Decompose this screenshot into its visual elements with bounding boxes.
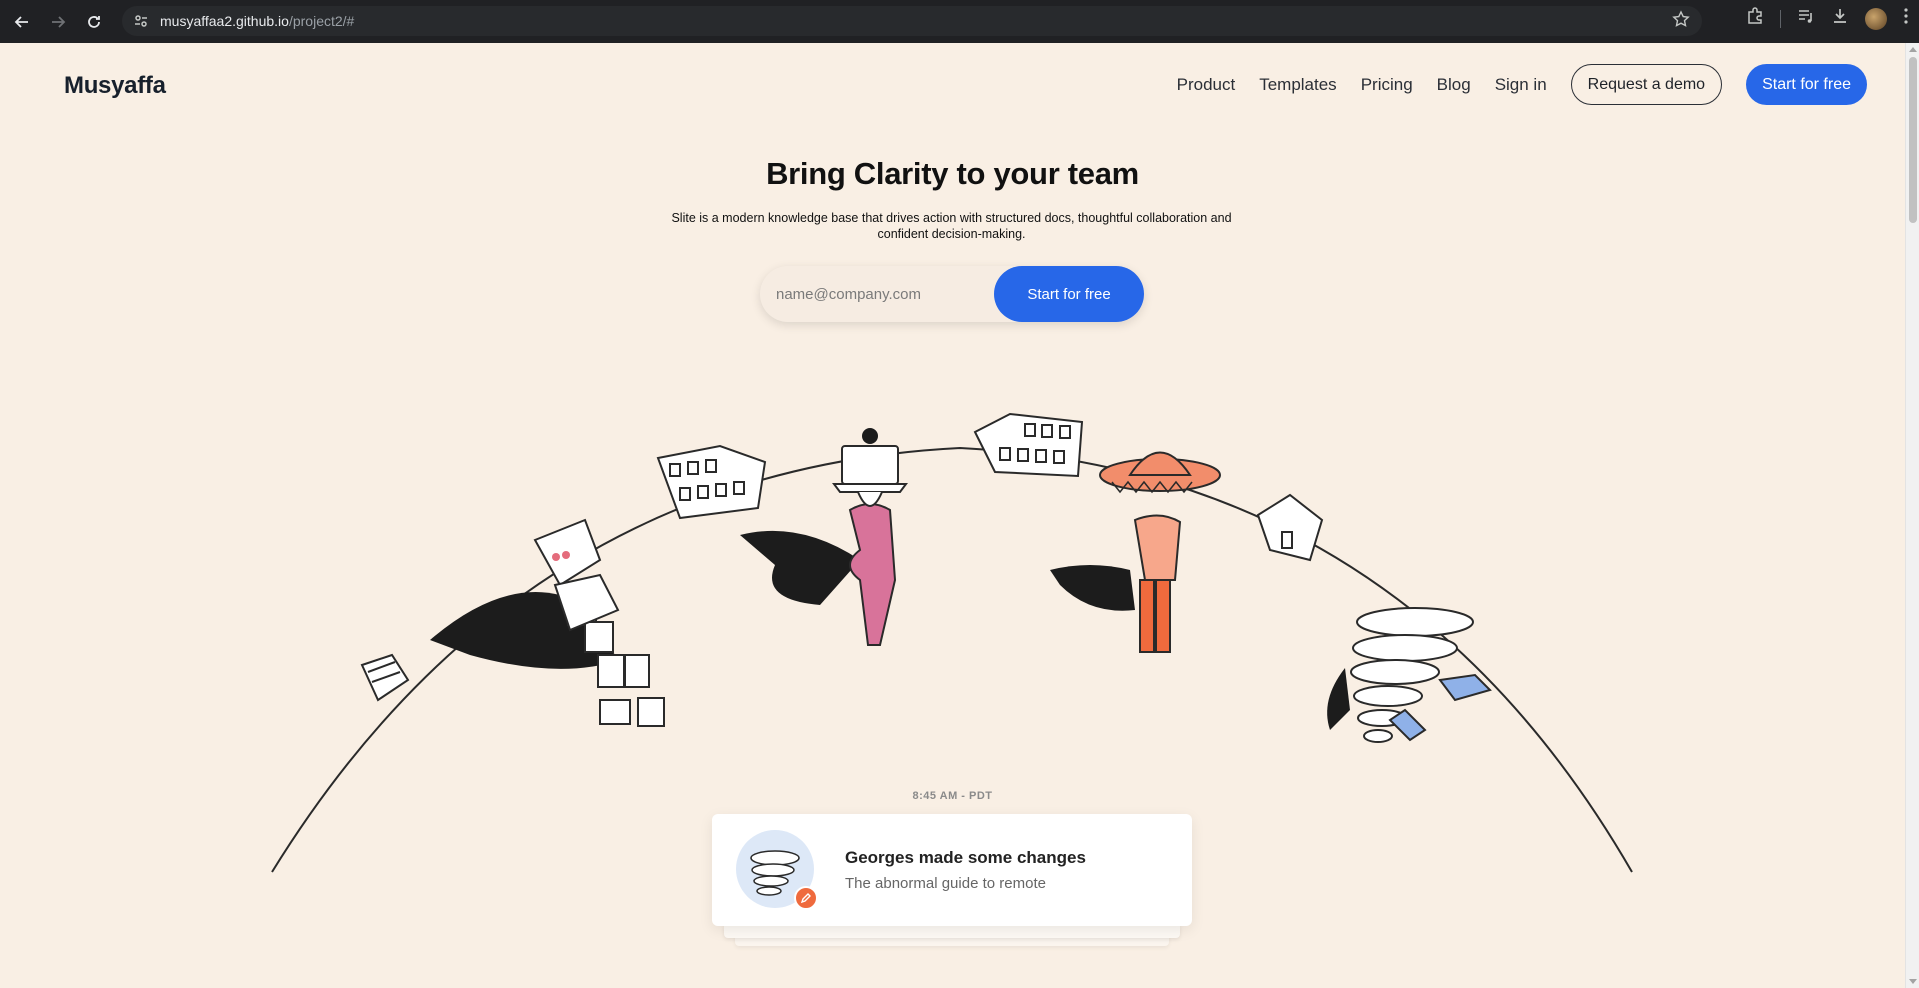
papers-person-figure <box>430 518 665 727</box>
site-settings-icon[interactable] <box>130 10 152 32</box>
scroll-up-icon[interactable] <box>1909 47 1917 52</box>
toolbar-divider <box>1780 9 1781 28</box>
start-free-hero-button[interactable]: Start for free <box>994 266 1144 322</box>
nav-blog[interactable]: Blog <box>1437 75 1471 95</box>
sombrero-person-figure <box>1050 451 1221 653</box>
nav-product[interactable]: Product <box>1177 75 1236 95</box>
page-scrollbar[interactable] <box>1905 43 1919 988</box>
site-logo[interactable]: Musyaffa <box>64 72 166 100</box>
notification-card[interactable]: Georges made some changes The abnormal g… <box>712 814 1192 926</box>
forward-icon[interactable] <box>44 8 72 36</box>
office-building-1 <box>656 444 767 520</box>
tornado-person-figure <box>1327 607 1492 743</box>
notification-subtitle: The abnormal guide to remote <box>845 875 1046 892</box>
browser-toolbar: musyaffaa2.github.io/project2/# <box>0 0 1919 43</box>
nav-templates[interactable]: Templates <box>1259 75 1336 95</box>
small-building-left <box>360 653 410 702</box>
hero-title: Bring Clarity to your team <box>766 156 1139 191</box>
media-icon[interactable] <box>1797 7 1815 30</box>
office-building-2 <box>973 412 1084 478</box>
small-house <box>1256 493 1324 562</box>
star-icon[interactable] <box>1672 10 1690 33</box>
nav-sign-in[interactable]: Sign in <box>1495 75 1547 95</box>
signup-form: Start for free <box>760 266 1144 322</box>
scroll-down-icon[interactable] <box>1909 979 1917 984</box>
extensions-icon[interactable] <box>1746 7 1764 30</box>
address-bar[interactable]: musyaffaa2.github.io/project2/# <box>122 6 1702 36</box>
main-nav: Product Templates Pricing Blog Sign in R… <box>1177 64 1867 105</box>
edit-pencil-icon <box>794 886 818 910</box>
back-icon[interactable] <box>8 8 36 36</box>
yoga-person-figure <box>740 428 908 646</box>
request-demo-button[interactable]: Request a demo <box>1570 64 1723 105</box>
nav-pricing[interactable]: Pricing <box>1361 75 1413 95</box>
start-free-nav-button[interactable]: Start for free <box>1746 64 1867 105</box>
profile-avatar[interactable] <box>1865 7 1887 30</box>
reload-icon[interactable] <box>80 8 108 36</box>
url-text: musyaffaa2.github.io/project2/# <box>160 13 355 29</box>
menu-icon[interactable] <box>1903 7 1909 30</box>
email-input[interactable] <box>776 285 986 303</box>
hero-subtitle: Slite is a modern knowledge base that dr… <box>671 211 1232 241</box>
notification-title: Georges made some changes <box>845 848 1086 867</box>
download-icon[interactable] <box>1831 7 1849 30</box>
notification-time: 8:45 AM - PDT <box>912 790 993 802</box>
scrollbar-thumb[interactable] <box>1909 57 1917 223</box>
